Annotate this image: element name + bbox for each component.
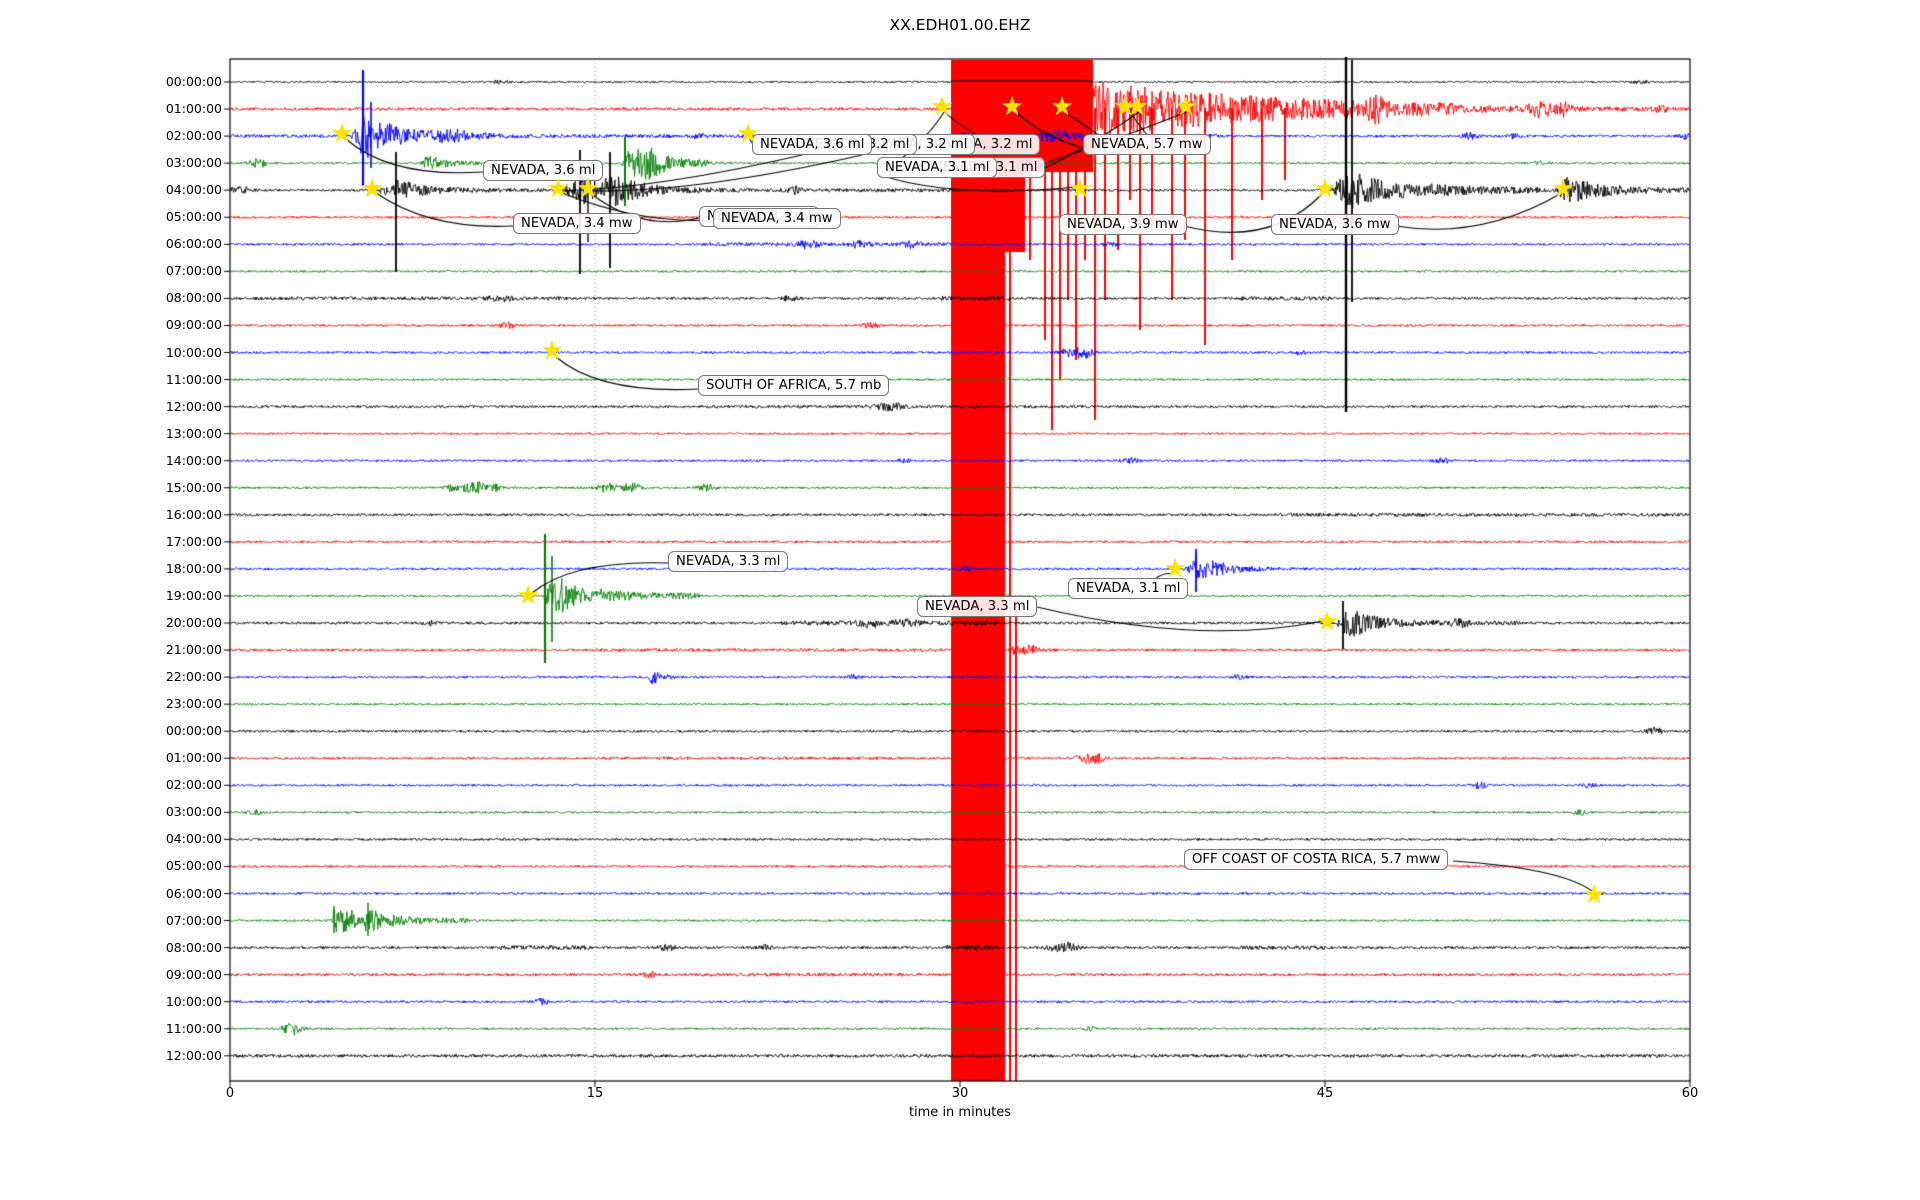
event-star-icon: ★ [360,173,384,204]
event-star-icon: ★ [1315,606,1339,637]
row-label: 04:00:00 [165,182,222,198]
row-label: 14:00:00 [165,452,222,468]
row-label: 19:00:00 [165,587,222,603]
event-label: NEVADA, 3.6 mw [1271,214,1399,236]
row-label: 09:00:00 [165,966,222,982]
row-label: 08:00:00 [165,939,222,955]
row-label: 12:00:00 [165,398,222,414]
row-label: 04:00:00 [165,831,222,847]
row-label: 13:00:00 [165,425,222,441]
event-label: OFF COAST OF COSTA RICA, 5.7 mww [1184,849,1449,871]
x-tick-label: 30 [951,1086,969,1101]
x-tick-label: 0 [225,1086,235,1101]
event-label: NEVADA, 3.4 mw [713,208,841,230]
row-label: 21:00:00 [165,642,222,658]
event-label: NEVADA, 3.3 ml [917,596,1038,618]
row-label: 23:00:00 [165,696,222,712]
event-label: NEVADA, 3.3 ml [668,551,789,573]
event-star-icon: ★ [1582,879,1606,910]
event-star-icon: ★ [1313,173,1337,204]
row-label: 07:00:00 [165,263,222,279]
row-label: 05:00:00 [165,858,222,874]
event-star-icon: ★ [1000,91,1024,122]
seismogram-figure: XX.EDH01.00.EHZ time in minutes 00:00:00… [0,0,1920,1200]
event-star-icon: ★ [930,91,954,122]
row-label: 12:00:00 [165,1047,222,1063]
row-label: 20:00:00 [165,615,222,630]
x-tick-label: 60 [1681,1086,1699,1101]
event-label: NEVADA, 5.7 mw [1083,134,1211,156]
event-star-icon: ★ [1174,91,1198,122]
row-label: 08:00:00 [165,290,222,306]
event-star-icon: ★ [330,118,354,149]
plot-title: XX.EDH01.00.EHZ [889,16,1031,34]
event-star-icon: ★ [576,173,600,204]
row-label: 02:00:00 [165,777,222,793]
row-label: 10:00:00 [165,993,222,1009]
row-label: 17:00:00 [165,533,222,549]
row-label: 03:00:00 [165,155,222,171]
event-label: NEVADA, 3.6 ml [752,134,873,156]
row-label: 09:00:00 [165,317,222,333]
event-star-icon: ★ [1068,173,1092,204]
row-label: 11:00:00 [165,371,222,387]
x-axis-label: time in minutes [908,1105,1012,1120]
row-label: 00:00:00 [165,723,222,739]
event-star-icon: ★ [540,335,564,366]
row-label: 02:00:00 [165,128,222,144]
event-star-icon: ★ [736,118,760,149]
row-label: 22:00:00 [165,669,222,685]
event-star-icon: ★ [1125,91,1149,122]
event-label: NEVADA, 3.1 ml [877,157,998,179]
row-label: 03:00:00 [165,804,222,820]
event-label: NEVADA, 3.9 mw [1059,214,1187,236]
event-label: NEVADA, 3.4 mw [513,213,641,235]
row-label: 16:00:00 [165,506,222,522]
event-star-icon: ★ [1551,173,1575,204]
x-tick-label: 45 [1316,1086,1334,1101]
row-label: 06:00:00 [165,236,222,252]
row-label: 10:00:00 [165,344,222,360]
event-star-icon: ★ [516,580,540,611]
event-star-icon: ★ [1050,91,1074,122]
event-star-icon: ★ [1163,553,1187,584]
event-label: SOUTH OF AFRICA, 5.7 mb [698,375,890,397]
row-label: 07:00:00 [165,912,222,928]
row-label: 06:00:00 [165,885,222,901]
row-label: 01:00:00 [165,101,222,117]
row-label: 15:00:00 [165,479,222,495]
x-tick-label: 15 [586,1086,604,1101]
row-label: 05:00:00 [165,209,222,225]
row-label: 18:00:00 [165,560,222,576]
row-label: 00:00:00 [165,74,222,89]
row-label: 01:00:00 [165,750,222,766]
event-star-icon: ★ [546,173,570,204]
row-label: 11:00:00 [165,1020,222,1036]
